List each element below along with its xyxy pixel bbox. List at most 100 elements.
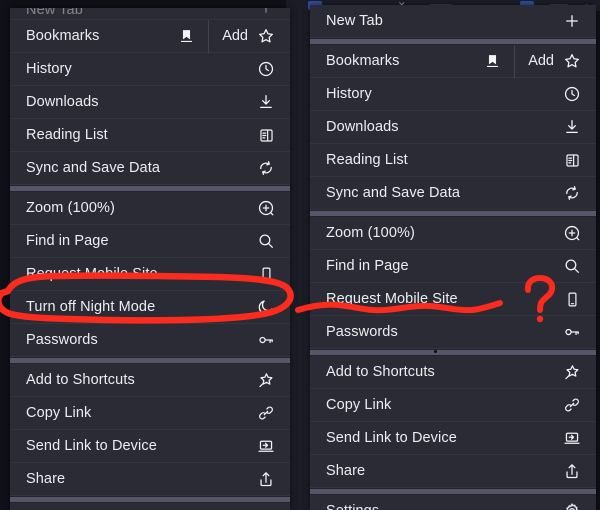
right-menu-panel[interactable]: New Tab Bookmarks Add History Downloads Readi… bbox=[310, 5, 596, 510]
menu-item-find-in-page[interactable]: Find in Page bbox=[10, 225, 290, 258]
star-outline-icon[interactable] bbox=[255, 25, 277, 47]
menu-item-share[interactable]: Share bbox=[310, 455, 596, 488]
menu-item-label: Find in Page bbox=[26, 233, 109, 249]
menu-item-bookmarks[interactable]: Bookmarks Add bbox=[310, 44, 596, 78]
menu-item-label: Zoom (100%) bbox=[26, 200, 115, 216]
menu-item-label: Request Mobile Site bbox=[326, 291, 458, 307]
clock-icon[interactable] bbox=[561, 83, 583, 105]
copy-link-icon[interactable] bbox=[561, 394, 583, 416]
menu-item-label: Find in Page bbox=[326, 258, 409, 274]
menu-item-label: Sync and Save Data bbox=[26, 160, 160, 176]
menu-item-zoom-100[interactable]: Zoom (100%) bbox=[310, 217, 596, 250]
menu-item-label: Turn off Night Mode bbox=[26, 299, 156, 315]
menu-item-find-in-page[interactable]: Find in Page bbox=[310, 250, 596, 283]
pin-star-icon[interactable] bbox=[255, 369, 277, 391]
reading-list-icon[interactable] bbox=[561, 149, 583, 171]
menu-item-add-to-shortcuts[interactable]: Add to Shortcuts bbox=[10, 364, 290, 397]
menu-item-share[interactable]: Share bbox=[10, 463, 290, 496]
menu-item-label: Share bbox=[326, 463, 366, 479]
menu-item-passwords[interactable]: Passwords bbox=[10, 324, 290, 357]
download-icon[interactable] bbox=[561, 116, 583, 138]
menu-item-zoom-100[interactable]: Zoom (100%) bbox=[10, 192, 290, 225]
artifact-dot bbox=[434, 350, 437, 353]
share-upload-icon[interactable] bbox=[255, 468, 277, 490]
menu-item-label: Downloads bbox=[26, 94, 99, 110]
bookmark-filled-icon[interactable] bbox=[481, 50, 503, 72]
menu-item-history[interactable]: History bbox=[10, 53, 290, 86]
menu-item-copy-link[interactable]: Copy Link bbox=[310, 389, 596, 422]
reading-list-icon[interactable] bbox=[255, 124, 277, 146]
plus-icon[interactable] bbox=[561, 10, 583, 32]
menu-item-request-mobile-site[interactable]: Request Mobile Site bbox=[310, 283, 596, 316]
mobile-phone-icon[interactable] bbox=[255, 263, 277, 285]
menu-item-label: New Tab bbox=[326, 13, 383, 29]
pin-star-icon[interactable] bbox=[561, 361, 583, 383]
menu-item-copy-link[interactable]: Copy Link bbox=[10, 397, 290, 430]
menu-group-separator bbox=[10, 185, 290, 192]
menu-item-bookmarks[interactable]: Bookmarks Add bbox=[10, 19, 290, 53]
menu-item-downloads[interactable]: Downloads bbox=[310, 111, 596, 144]
add-bookmark-button[interactable]: Add bbox=[514, 44, 583, 78]
download-icon[interactable] bbox=[255, 91, 277, 113]
menu-item-label: Bookmarks bbox=[326, 53, 400, 69]
menu-item-label: Downloads bbox=[326, 119, 399, 135]
search-icon[interactable] bbox=[255, 230, 277, 252]
bookmark-filled-icon[interactable] bbox=[175, 25, 197, 47]
menu-item-sync-and-save-data[interactable]: Sync and Save Data bbox=[10, 152, 290, 185]
menu-item-label: Sync and Save Data bbox=[326, 185, 460, 201]
menu-item-label: Reading List bbox=[326, 152, 408, 168]
menu-item-passwords[interactable]: Passwords bbox=[310, 316, 596, 349]
zoom-in-icon[interactable] bbox=[561, 222, 583, 244]
menu-item-label: Share bbox=[26, 471, 66, 487]
menu-item-label: Zoom (100%) bbox=[326, 225, 415, 241]
left-menu-panel[interactable]: New Tab Bookmarks Add History Downloads Readi… bbox=[10, 8, 290, 510]
menu-item-label: History bbox=[26, 61, 72, 77]
menu-item-label: Passwords bbox=[26, 332, 98, 348]
search-icon[interactable] bbox=[561, 255, 583, 277]
gear-icon[interactable] bbox=[561, 500, 583, 510]
menu-item-label: Passwords bbox=[326, 324, 398, 340]
zoom-in-icon[interactable] bbox=[255, 197, 277, 219]
menu-item-label: Reading List bbox=[26, 127, 108, 143]
menu-item-settings[interactable]: Settings bbox=[10, 503, 290, 510]
menu-item-downloads[interactable]: Downloads bbox=[10, 86, 290, 119]
menu-item-request-mobile-site[interactable]: Request Mobile Site bbox=[10, 258, 290, 291]
menu-item-reading-list[interactable]: Reading List bbox=[10, 119, 290, 152]
star-outline-icon[interactable] bbox=[561, 50, 583, 72]
send-to-device-icon[interactable] bbox=[255, 435, 277, 457]
menu-item-turn-off-night-mode[interactable]: Turn off Night Mode bbox=[10, 291, 290, 324]
send-to-device-icon[interactable] bbox=[561, 427, 583, 449]
menu-item-new-tab[interactable]: New Tab bbox=[310, 5, 596, 38]
key-icon[interactable] bbox=[255, 329, 277, 351]
menu-group-separator bbox=[310, 210, 596, 217]
menu-item-history[interactable]: History bbox=[310, 78, 596, 111]
moon-icon[interactable] bbox=[255, 296, 277, 318]
menu-item-label: Add to Shortcuts bbox=[326, 364, 435, 380]
mobile-phone-icon[interactable] bbox=[561, 288, 583, 310]
menu-item-send-link-to-device[interactable]: Send Link to Device bbox=[10, 430, 290, 463]
menu-item-label: History bbox=[326, 86, 372, 102]
menu-item-label: Bookmarks bbox=[26, 28, 100, 44]
menu-item-label: Request Mobile Site bbox=[26, 266, 158, 282]
copy-link-icon[interactable] bbox=[255, 402, 277, 424]
add-bookmark-button[interactable]: Add bbox=[208, 19, 277, 53]
menu-item-label: Copy Link bbox=[326, 397, 392, 413]
menu-group-separator bbox=[10, 496, 290, 503]
sync-icon[interactable] bbox=[255, 157, 277, 179]
share-upload-icon[interactable] bbox=[561, 460, 583, 482]
menu-item-new-tab-clipped[interactable]: New Tab bbox=[10, 8, 290, 20]
menu-item-label: Add to Shortcuts bbox=[26, 372, 135, 388]
menu-item-add-to-shortcuts[interactable]: Add to Shortcuts bbox=[310, 356, 596, 389]
menu-item-send-link-to-device[interactable]: Send Link to Device bbox=[310, 422, 596, 455]
menu-item-label: New Tab bbox=[26, 8, 83, 18]
menu-item-sync-and-save-data[interactable]: Sync and Save Data bbox=[310, 177, 596, 210]
menu-item-label: Send Link to Device bbox=[326, 430, 457, 446]
menu-item-label: Settings bbox=[326, 503, 561, 510]
add-bookmark-label: Add bbox=[528, 53, 554, 69]
clock-icon[interactable] bbox=[255, 58, 277, 80]
menu-group-separator bbox=[310, 488, 596, 495]
sync-icon[interactable] bbox=[561, 182, 583, 204]
menu-item-reading-list[interactable]: Reading List bbox=[310, 144, 596, 177]
menu-item-settings[interactable]: Settings bbox=[310, 495, 596, 510]
key-icon[interactable] bbox=[561, 321, 583, 343]
